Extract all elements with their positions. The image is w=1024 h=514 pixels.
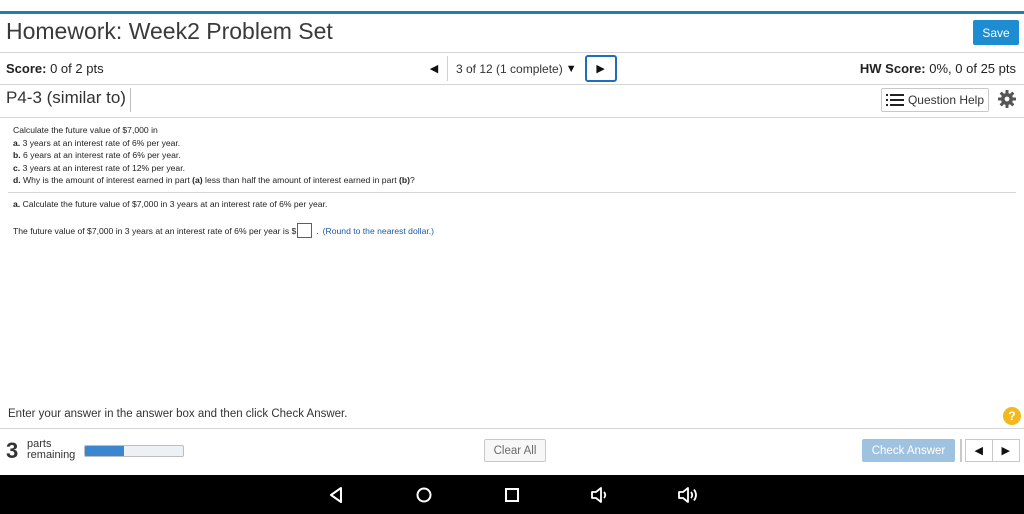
item-text: less than half the amount of interest ea… (202, 175, 399, 186)
item-text: 3 years at an interest rate of 6% per ye… (22, 137, 181, 148)
check-answer-button[interactable]: Check Answer (862, 439, 955, 462)
next-part-button[interactable]: ▶ (992, 439, 1020, 462)
item-letter: b. (13, 150, 21, 161)
help-icon[interactable]: ? (1003, 407, 1021, 425)
question-navigator: ◀ 3 of 12 (1 complete) ▼ ▶ (421, 55, 617, 82)
score-value: 0 of 2 pts (50, 61, 104, 76)
item-text: 6 years at an interest rate of 6% per ye… (23, 150, 181, 161)
problem-item-a: a. 3 years at an interest rate of 6% per… (13, 137, 415, 150)
back-icon[interactable] (325, 484, 347, 506)
part-ref: (b) (399, 175, 410, 186)
triangle-right-icon: ▶ (1001, 445, 1010, 457)
progress-fill (85, 446, 125, 456)
divider (0, 52, 1024, 53)
home-icon[interactable] (413, 484, 435, 506)
question-selector-dropdown[interactable]: 3 of 12 (1 complete) ▼ (448, 56, 581, 81)
score-display: Score: 0 of 2 pts (6, 61, 104, 76)
recents-icon[interactable] (501, 484, 523, 506)
problem-item-c: c. 3 years at an interest rate of 12% pe… (13, 162, 415, 175)
problem-intro: Calculate the future value of $7,000 in (13, 125, 158, 135)
item-letter: c. (13, 162, 21, 173)
rounding-note: (Round to the nearest dollar.) (322, 225, 434, 236)
top-accent-rule (0, 11, 1024, 14)
volume-down-icon[interactable] (589, 484, 611, 506)
item-text: Why is the amount of interest earned in … (23, 175, 193, 186)
item-letter: a. (13, 137, 21, 148)
question-position: 3 of 12 (1 complete) (456, 61, 563, 76)
parts-remaining-label: parts remaining (27, 439, 75, 461)
answer-prefix: The future value of $7,000 in 3 years at… (13, 225, 297, 236)
part-a-text: Calculate the future value of $7,000 in … (22, 199, 328, 209)
parts-label-line2: remaining (27, 449, 76, 461)
parts-progress-bar (84, 445, 184, 457)
answer-input[interactable] (297, 223, 313, 238)
parts-remaining-count: 3 (6, 438, 19, 463)
triangle-right-icon: ▶ (596, 63, 605, 75)
hw-score-value: 0%, 0 of 25 pts (929, 61, 1016, 76)
question-id: P4-3 (similar to) (6, 88, 131, 112)
hw-score-label: HW Score: (859, 61, 926, 76)
item-text: ? (409, 175, 415, 186)
question-help-button[interactable]: Question Help (881, 88, 989, 112)
page-title: Homework: Week2 Problem Set (6, 18, 333, 44)
previous-part-button[interactable]: ◀ (965, 439, 993, 462)
part-a-prompt: a. Calculate the future value of $7,000 … (13, 199, 327, 209)
next-question-button[interactable]: ▶ (584, 55, 617, 82)
instruction-text: Enter your answer in the answer box and … (8, 408, 348, 420)
question-help-label: Question Help (907, 93, 985, 107)
divider (0, 428, 1024, 429)
part-navigator: ◀ ▶ (960, 439, 1020, 462)
item-text: 3 years at an interest rate of 12% per y… (22, 162, 185, 173)
divider (8, 192, 1016, 193)
part-ref: (a) (192, 175, 203, 186)
volume-up-icon[interactable] (677, 484, 699, 506)
gear-icon[interactable] (997, 89, 1017, 109)
list-icon (885, 94, 904, 106)
clear-all-button[interactable]: Clear All (484, 439, 546, 462)
save-button[interactable]: Save (973, 20, 1019, 45)
divider (0, 117, 1024, 118)
hw-score-display: HW Score: 0%, 0 of 25 pts (860, 61, 1016, 76)
divider (0, 84, 1024, 85)
item-letter: d. (13, 175, 21, 186)
triangle-left-icon: ◀ (429, 63, 439, 75)
part-letter: a. (13, 199, 21, 209)
triangle-left-icon: ◀ (974, 445, 983, 457)
score-label: Score: (6, 61, 47, 76)
answer-suffix: . (316, 225, 319, 236)
problem-item-b: b. 6 years at an interest rate of 6% per… (13, 149, 415, 162)
problem-statement: Calculate the future value of $7,000 in … (13, 124, 415, 187)
problem-item-d: d. Why is the amount of interest earned … (13, 174, 415, 187)
answer-line: The future value of $7,000 in 3 years at… (13, 223, 434, 238)
caret-down-icon: ▼ (565, 62, 577, 75)
previous-question-button[interactable]: ◀ (421, 56, 448, 81)
